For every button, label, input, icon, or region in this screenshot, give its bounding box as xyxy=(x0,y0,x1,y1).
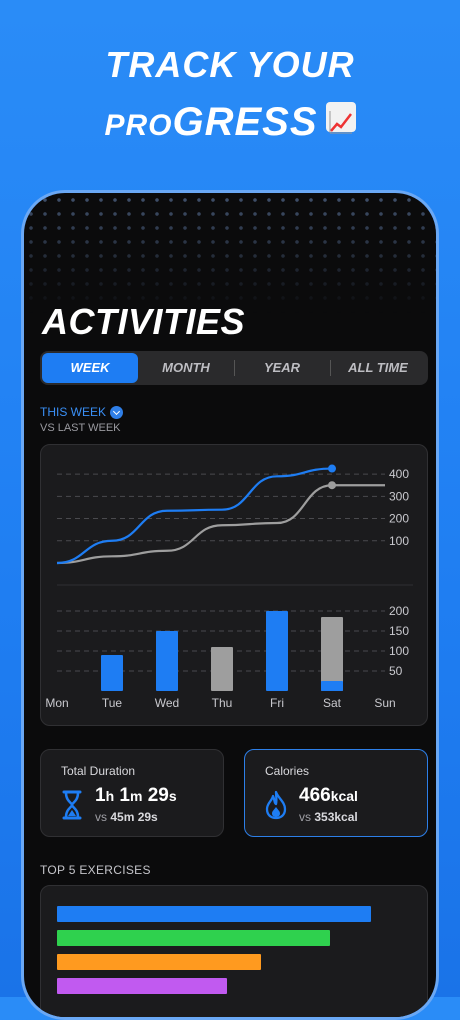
duration-label: Total Duration xyxy=(61,764,136,778)
bar-this-week-wed xyxy=(156,631,178,691)
y-tick-label: 300 xyxy=(389,489,409,503)
x-tick-label: Wed xyxy=(155,696,179,710)
promo-headline-suffix: GRESS xyxy=(172,100,318,144)
total-duration-card[interactable]: Total Duration 1h 1m 29s vs 45m 29s xyxy=(40,749,224,837)
y-tick-label: 100 xyxy=(389,534,409,548)
phone-frame: ACTIVITIES WEEK MONTH YEAR ALL TIME THIS… xyxy=(21,190,439,1020)
exercise-bar xyxy=(57,978,227,994)
promo-headline-line1: TRACK YOUR xyxy=(105,44,355,85)
bar-this-week-fri xyxy=(266,611,288,691)
duration-value: 1h 1m 29s xyxy=(95,785,177,806)
chevron-down-icon xyxy=(110,405,124,419)
this-week-line xyxy=(56,467,333,565)
y-tick-label: 200 xyxy=(389,512,409,526)
top-exercises-card[interactable] xyxy=(40,885,428,1017)
phone-screen: ACTIVITIES WEEK MONTH YEAR ALL TIME THIS… xyxy=(24,193,436,1017)
tab-month[interactable]: MONTH xyxy=(138,353,234,383)
y-tick-label: 400 xyxy=(389,467,409,481)
duration-comparison: vs 45m 29s xyxy=(95,810,158,824)
hourglass-icon xyxy=(62,790,82,820)
bar-this-week-tue xyxy=(101,655,123,691)
activity-chart-card: 100 200 300 400 50 100 150 200 Mon Tue Wed Thu Fri Sa… xyxy=(40,444,428,726)
calories-comparison: vs 353kcal xyxy=(299,810,358,824)
last-week-line xyxy=(56,484,385,565)
exercise-bar xyxy=(57,906,371,922)
exercise-bar xyxy=(57,954,262,970)
exercise-bar xyxy=(57,930,331,946)
period-tabs: WEEK MONTH YEAR ALL TIME xyxy=(40,351,428,385)
promo-headline-line2: PROGRESS xyxy=(0,100,460,145)
y-tick-label: 50 xyxy=(389,664,403,678)
compare-label: VS LAST WEEK xyxy=(40,422,121,434)
x-tick-label: Thu xyxy=(212,696,233,710)
range-label: THIS WEEK xyxy=(40,405,107,419)
chart-increasing-icon xyxy=(325,102,356,134)
x-tick-label: Tue xyxy=(102,696,123,710)
range-selector[interactable]: THIS WEEK xyxy=(40,405,124,419)
bar-last-week-thu xyxy=(211,647,233,691)
promo-headline-prefix: PRO xyxy=(104,109,173,142)
page-title: ACTIVITIES xyxy=(42,301,246,342)
tab-all-time[interactable]: ALL TIME xyxy=(330,353,426,383)
calories-value: 466kcal xyxy=(299,785,358,806)
x-tick-label: Sun xyxy=(374,696,395,710)
calories-card[interactable]: Calories 466kcal vs 353kcal xyxy=(244,749,428,837)
top-exercises-title: TOP 5 EXERCISES xyxy=(40,863,151,877)
y-tick-label: 100 xyxy=(389,644,409,658)
bar-last-week-sat xyxy=(321,617,343,691)
dot-pattern-background xyxy=(24,193,436,313)
x-tick-label: Sat xyxy=(323,696,342,710)
last-week-point xyxy=(328,481,336,490)
flame-icon xyxy=(265,790,287,820)
x-tick-label: Mon xyxy=(45,696,68,710)
this-week-point xyxy=(328,464,336,473)
y-tick-label: 200 xyxy=(389,604,409,618)
tab-week[interactable]: WEEK xyxy=(42,353,138,383)
x-tick-label: Fri xyxy=(270,696,284,710)
tab-year[interactable]: YEAR xyxy=(234,353,330,383)
activity-charts: 100 200 300 400 50 100 150 200 Mon Tue Wed Thu Fri Sa… xyxy=(45,464,413,710)
bar-this-week-sat xyxy=(321,681,343,691)
y-tick-label: 150 xyxy=(389,624,409,638)
calories-label: Calories xyxy=(265,764,310,778)
